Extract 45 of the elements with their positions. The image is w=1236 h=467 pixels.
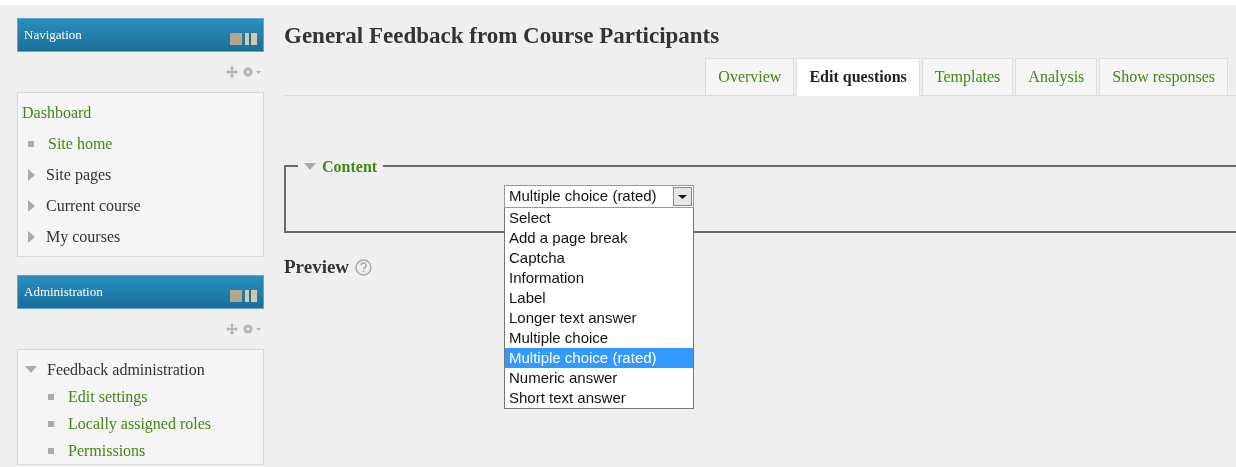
nav-link[interactable]: Locally assigned roles [68, 411, 212, 436]
expanded-arrow-icon[interactable] [25, 365, 37, 374]
dropdown-option[interactable]: Information [505, 268, 693, 288]
settings-icon[interactable] [242, 323, 262, 335]
dropdown-option[interactable]: Multiple choice [505, 328, 693, 348]
hide-icon[interactable] [245, 33, 257, 45]
tab[interactable]: Show responses [1099, 58, 1228, 96]
expanded-arrow-icon[interactable] [304, 163, 316, 171]
collapsed-arrow-icon[interactable] [28, 199, 36, 212]
settings-icon[interactable] [242, 66, 262, 78]
nav-link[interactable]: Edit settings [68, 384, 148, 409]
nav-link[interactable]: Dashboard [22, 100, 92, 125]
tab[interactable]: Analysis [1015, 58, 1098, 96]
tab[interactable]: Edit questions [796, 58, 920, 96]
nav-link[interactable]: Site home [48, 131, 113, 156]
dropdown-option[interactable]: Add a page break [505, 228, 693, 248]
nav-link[interactable]: Current course [46, 193, 141, 218]
bullet-icon [48, 393, 54, 400]
block-title: Administration [24, 283, 103, 302]
nav-link[interactable]: Feedback administration [47, 357, 205, 382]
preview-heading: Preview [284, 255, 350, 279]
bullet-icon [48, 420, 54, 427]
dropdown-option[interactable]: Longer text answer [505, 308, 693, 328]
help-icon[interactable] [355, 258, 373, 276]
page-title: General Feedback from Course Participants [284, 22, 721, 50]
dropdown-option[interactable]: Label [505, 288, 693, 308]
nav-link[interactable]: Site pages [46, 162, 112, 187]
tab[interactable]: Templates [921, 58, 1014, 96]
dropdown-option[interactable]: Captcha [505, 248, 693, 268]
dropdown-option[interactable]: Numeric answer [505, 368, 693, 388]
bullet-icon [48, 447, 54, 454]
dropdown-option[interactable]: Short text answer [505, 388, 693, 408]
nav-link[interactable]: My courses [46, 224, 121, 249]
move-icon[interactable] [226, 66, 238, 78]
question-type-select[interactable]: Multiple choice (rated) [504, 185, 694, 208]
tab[interactable]: Overview [705, 58, 795, 96]
dropdown-option[interactable]: Select [505, 208, 693, 228]
bullet-icon [28, 140, 34, 147]
move-icon[interactable] [226, 323, 238, 335]
nav-link[interactable]: Permissions [68, 438, 146, 463]
block-title: Navigation [24, 26, 82, 45]
section-legend[interactable]: Content [322, 155, 378, 179]
collapsed-arrow-icon[interactable] [28, 168, 36, 181]
hide-icon[interactable] [245, 290, 257, 302]
collapsed-arrow-icon[interactable] [28, 230, 36, 243]
